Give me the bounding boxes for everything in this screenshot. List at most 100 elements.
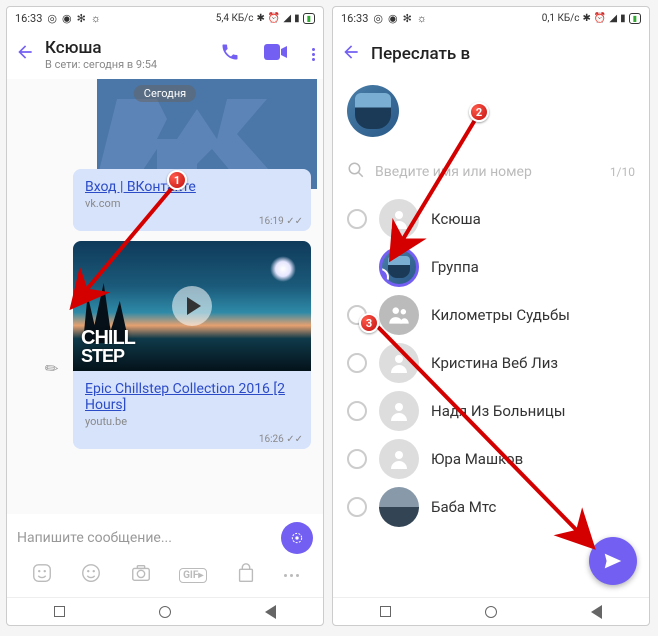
contact-row[interactable]: Километры Судьбы: [339, 291, 643, 339]
message-input[interactable]: Напишите сообщение...: [17, 530, 281, 546]
search-input[interactable]: Введите имя или номер: [375, 164, 600, 180]
message-bubble-2[interactable]: CHILLSTEP Epic Chillstep Collection 2016…: [73, 241, 311, 449]
selection-counter: 1/10: [610, 165, 635, 179]
read-icon: ✓✓: [286, 216, 303, 227]
nav-recents[interactable]: [54, 606, 65, 617]
message-bubble-1[interactable]: Вход | ВКонтакте vk.com 16:19 ✓✓: [73, 169, 311, 231]
forward-screen: 16:33 ◎ ◉ ✻ ☼ 0,1 КБ/с ✱ ⏰ ◢ ▮ ▮ Пересла…: [332, 6, 650, 626]
voice-call-button[interactable]: [220, 42, 240, 66]
annotation-badge-2: 2: [469, 102, 489, 122]
chat-body[interactable]: Сегодня Вход | ВКонтакте vk.com 16:19 ✓✓…: [7, 79, 323, 514]
date-pill: Сегодня: [134, 85, 196, 102]
instagram-icon: ◎: [373, 12, 383, 25]
camera-icon[interactable]: [130, 562, 152, 589]
battery-icon: ▮: [303, 13, 315, 24]
radio-unchecked[interactable]: [347, 209, 367, 229]
avatar-photo: [379, 487, 419, 527]
chat-contact-name: Ксюша: [45, 38, 196, 58]
avatar-group: ✓: [379, 247, 419, 287]
status-time: 16:33: [15, 12, 42, 25]
back-button[interactable]: [15, 42, 35, 66]
avatar-group-icon: [379, 295, 419, 335]
forward-title: Переслать в: [371, 44, 641, 64]
android-navbar: [7, 597, 323, 625]
contact-row[interactable]: Юра Машков: [339, 435, 643, 483]
contact-name: Надя Из Больницы: [431, 402, 565, 420]
back-button[interactable]: [341, 42, 361, 66]
chat-appbar: Ксюша В сети: сегодня в 9:54: [7, 29, 323, 79]
sun-icon: ☼: [91, 12, 101, 25]
contact-row-selected[interactable]: ✓ Группа: [339, 243, 643, 291]
contact-name: Юра Машков: [431, 450, 523, 468]
radio-unchecked[interactable]: [347, 401, 367, 421]
contact-row[interactable]: Ксюша: [339, 195, 643, 243]
settings-icon: ✻: [403, 12, 412, 25]
avatar-icon: [379, 439, 419, 479]
nav-back[interactable]: [265, 605, 276, 619]
nav-home[interactable]: [485, 606, 497, 618]
signal-icon: ▮: [294, 13, 300, 24]
search-row: Введите имя или номер 1/10: [333, 137, 649, 195]
msg1-link[interactable]: Вход | ВКонтакте: [73, 169, 311, 197]
contact-name: Километры Судьбы: [431, 306, 570, 324]
radio-unchecked[interactable]: [347, 497, 367, 517]
msg2-link[interactable]: Epic Chillstep Collection 2016 [2 Hours]: [73, 371, 311, 415]
forward-appbar: Переслать в: [333, 29, 649, 79]
send-fab[interactable]: [589, 537, 637, 585]
battery-icon: ▮: [629, 13, 641, 24]
avatar-icon: [379, 343, 419, 383]
bluetooth-icon: ✱: [257, 13, 265, 24]
sun-icon: ☼: [417, 12, 427, 25]
avatar-icon: [379, 391, 419, 431]
nav-recents[interactable]: [380, 606, 391, 617]
instagram-icon: ◎: [47, 12, 57, 25]
camera-icon: ◉: [388, 12, 398, 25]
signal-icon: ▮: [620, 13, 626, 24]
radio-unchecked[interactable]: [347, 449, 367, 469]
contact-name: Ксюша: [431, 210, 481, 228]
data-rate: 5,4 КБ/с: [216, 13, 254, 24]
video-call-button[interactable]: [264, 44, 288, 64]
msg1-time: 16:19 ✓✓: [73, 216, 311, 231]
alarm-icon: ⏰: [268, 13, 280, 24]
sticker-icon[interactable]: [80, 562, 102, 589]
wifi-icon: ◢: [609, 13, 617, 24]
voice-record-button[interactable]: [281, 522, 313, 554]
avatar-icon: [379, 199, 419, 239]
nav-back[interactable]: [591, 605, 602, 619]
read-icon: ✓✓: [286, 434, 303, 445]
contact-row[interactable]: Баба Мтс: [339, 483, 643, 531]
gif-icon[interactable]: GIF▸: [179, 568, 207, 583]
wifi-icon: ◢: [283, 13, 291, 24]
selected-chip-avatar[interactable]: [347, 85, 399, 137]
chat-title-block[interactable]: Ксюша В сети: сегодня в 9:54: [45, 38, 196, 71]
contact-row[interactable]: Надя Из Больницы: [339, 387, 643, 435]
chat-screen: 16:33 ◎ ◉ ✻ ☼ 5,4 КБ/с ✱ ⏰ ◢ ▮ ▮ Ксюша В…: [6, 6, 324, 626]
contact-name: Группа: [431, 258, 479, 276]
msg2-time: 16:26 ✓✓: [73, 434, 311, 449]
more-icon[interactable]: [284, 574, 299, 577]
status-bar: 16:33 ◎ ◉ ✻ ☼ 0,1 КБ/с ✱ ⏰ ◢ ▮ ▮: [333, 7, 649, 29]
pen-icon: ✎: [40, 357, 62, 380]
msg2-overlay-text: CHILLSTEP: [81, 329, 135, 365]
nav-home[interactable]: [159, 606, 171, 618]
shop-icon[interactable]: [235, 562, 257, 589]
play-icon[interactable]: [172, 286, 212, 326]
data-rate: 0,1 КБ/с: [542, 13, 580, 24]
status-bar: 16:33 ◎ ◉ ✻ ☼ 5,4 КБ/с ✱ ⏰ ◢ ▮ ▮: [7, 7, 323, 29]
msg2-domain: youtu.be: [73, 415, 311, 434]
contact-list[interactable]: Ксюша ✓ Группа Километры Судьбы Кристина…: [333, 195, 649, 597]
camera-icon: ◉: [62, 12, 72, 25]
contact-row[interactable]: Кристина Веб Лиз: [339, 339, 643, 387]
android-navbar: [333, 597, 649, 625]
contact-name: Кристина Веб Лиз: [431, 354, 558, 372]
more-menu-button[interactable]: [312, 48, 315, 61]
msg1-domain: vk.com: [73, 197, 311, 216]
search-icon: [347, 161, 365, 183]
radio-unchecked[interactable]: [347, 353, 367, 373]
msg2-video-preview[interactable]: CHILLSTEP: [73, 241, 311, 371]
radio-unchecked[interactable]: [347, 305, 367, 325]
contact-name: Баба Мтс: [431, 498, 496, 516]
emoji-icon[interactable]: [31, 562, 53, 589]
message-input-row: Напишите сообщение...: [7, 514, 323, 558]
